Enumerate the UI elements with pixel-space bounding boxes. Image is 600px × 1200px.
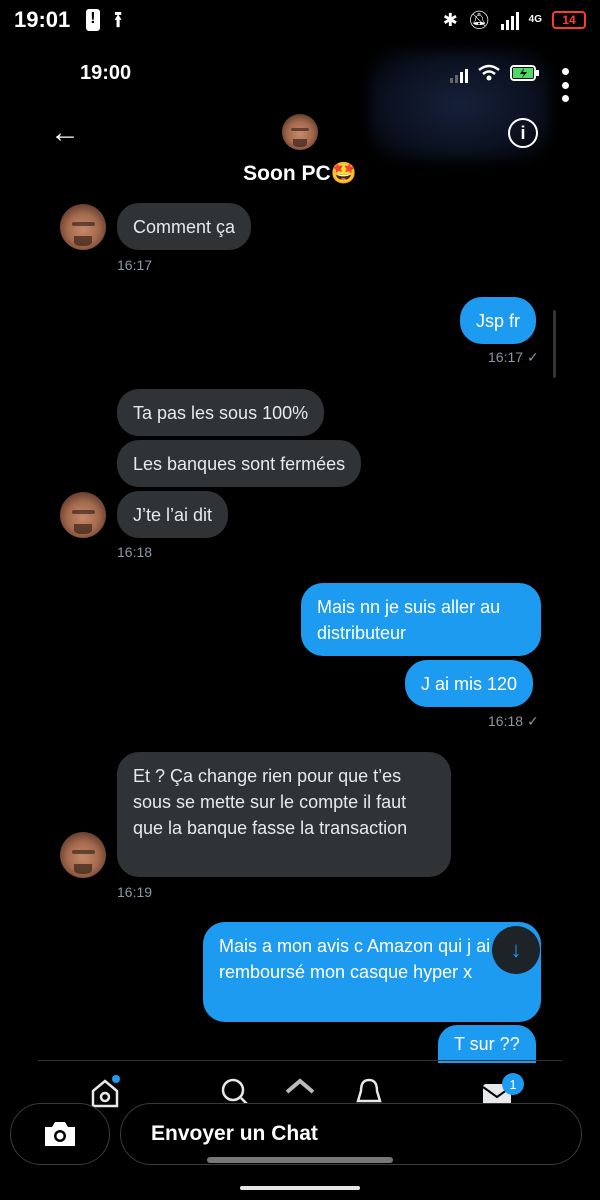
home-indicator[interactable] (240, 1186, 360, 1190)
arrow-down-icon: ↓ (510, 937, 522, 962)
more-options-icon[interactable] (558, 68, 572, 102)
timestamp-text: 16:17 (488, 349, 524, 365)
status-time: 19:01 (14, 7, 71, 32)
message-timestamp: 16:17 (117, 257, 153, 273)
messages-badge: 1 (502, 1073, 524, 1095)
message-timestamp: 16:17 ✓ (488, 349, 539, 366)
message-bubble-outgoing[interactable]: Mais nn je suis aller au distributeur (301, 583, 541, 656)
inner-signal-icon (450, 63, 468, 83)
network-type: 4G (528, 14, 542, 25)
sender-avatar[interactable] (60, 204, 106, 250)
check-icon: ✓ (527, 349, 539, 365)
chat-input[interactable]: Envoyer un Chat (120, 1103, 582, 1165)
scrollbar[interactable] (553, 310, 556, 378)
message-bubble-outgoing[interactable]: J ai mis 120 (405, 660, 534, 707)
message-bubble-incoming[interactable]: Les banques sont fermées (117, 440, 362, 487)
chat-title: Soon PC🤩 (243, 162, 357, 185)
battery-icon: 14 (552, 11, 586, 29)
contact-avatar[interactable] (282, 114, 318, 150)
inner-status-time: 19:00 (80, 61, 132, 84)
arrow-left-icon[interactable]: ← (50, 118, 82, 150)
info-icon[interactable]: i (508, 118, 538, 148)
message-timestamp: 16:18 (117, 544, 153, 560)
mute-bell-icon: 🔕︎ (467, 10, 491, 30)
upload-icon: ⭱ (114, 7, 122, 32)
message-bubble-outgoing[interactable]: Mais a mon avis c Amazon qui j ai rembou… (203, 922, 541, 1022)
message-bubble-incoming[interactable]: J’te l’ai dit (117, 491, 229, 538)
message-bubble-outgoing[interactable]: T sur ?? (438, 1025, 536, 1063)
battery-level: 14 (562, 13, 576, 27)
drawer-handle[interactable] (207, 1157, 393, 1163)
message-timestamp: 16:18 ✓ (488, 713, 539, 730)
chevron-up-icon[interactable] (284, 1077, 316, 1095)
camera-button[interactable] (10, 1103, 110, 1165)
wifi-icon (478, 64, 500, 81)
bluetooth-icon: ✱ (442, 10, 458, 30)
timestamp-text: 16:18 (488, 713, 524, 729)
scroll-down-button[interactable]: ↓ (492, 926, 540, 974)
message-bubble-outgoing[interactable]: Jsp fr (460, 297, 537, 344)
message-bubble-incoming[interactable]: Et ? Ça change rien pour que t’es sous s… (117, 752, 451, 877)
signal-icon (500, 10, 519, 30)
home-dot (112, 1075, 120, 1083)
sender-avatar[interactable] (60, 492, 106, 538)
inner-battery-icon (510, 65, 539, 81)
alert-icon (86, 9, 101, 31)
status-bar: 19:01 ⭱ ✱ 🔕︎ 4G 14 (0, 0, 600, 40)
check-icon: ✓ (527, 713, 539, 729)
camera-icon (45, 1122, 75, 1146)
message-bubble-incoming[interactable]: Ta pas les sous 100% (117, 389, 325, 436)
inner-status-bar: 19:00 (80, 58, 540, 88)
message-bubble-incoming[interactable]: Comment ça (117, 203, 252, 250)
message-timestamp: 16:19 (117, 884, 153, 900)
sender-avatar[interactable] (60, 832, 106, 878)
